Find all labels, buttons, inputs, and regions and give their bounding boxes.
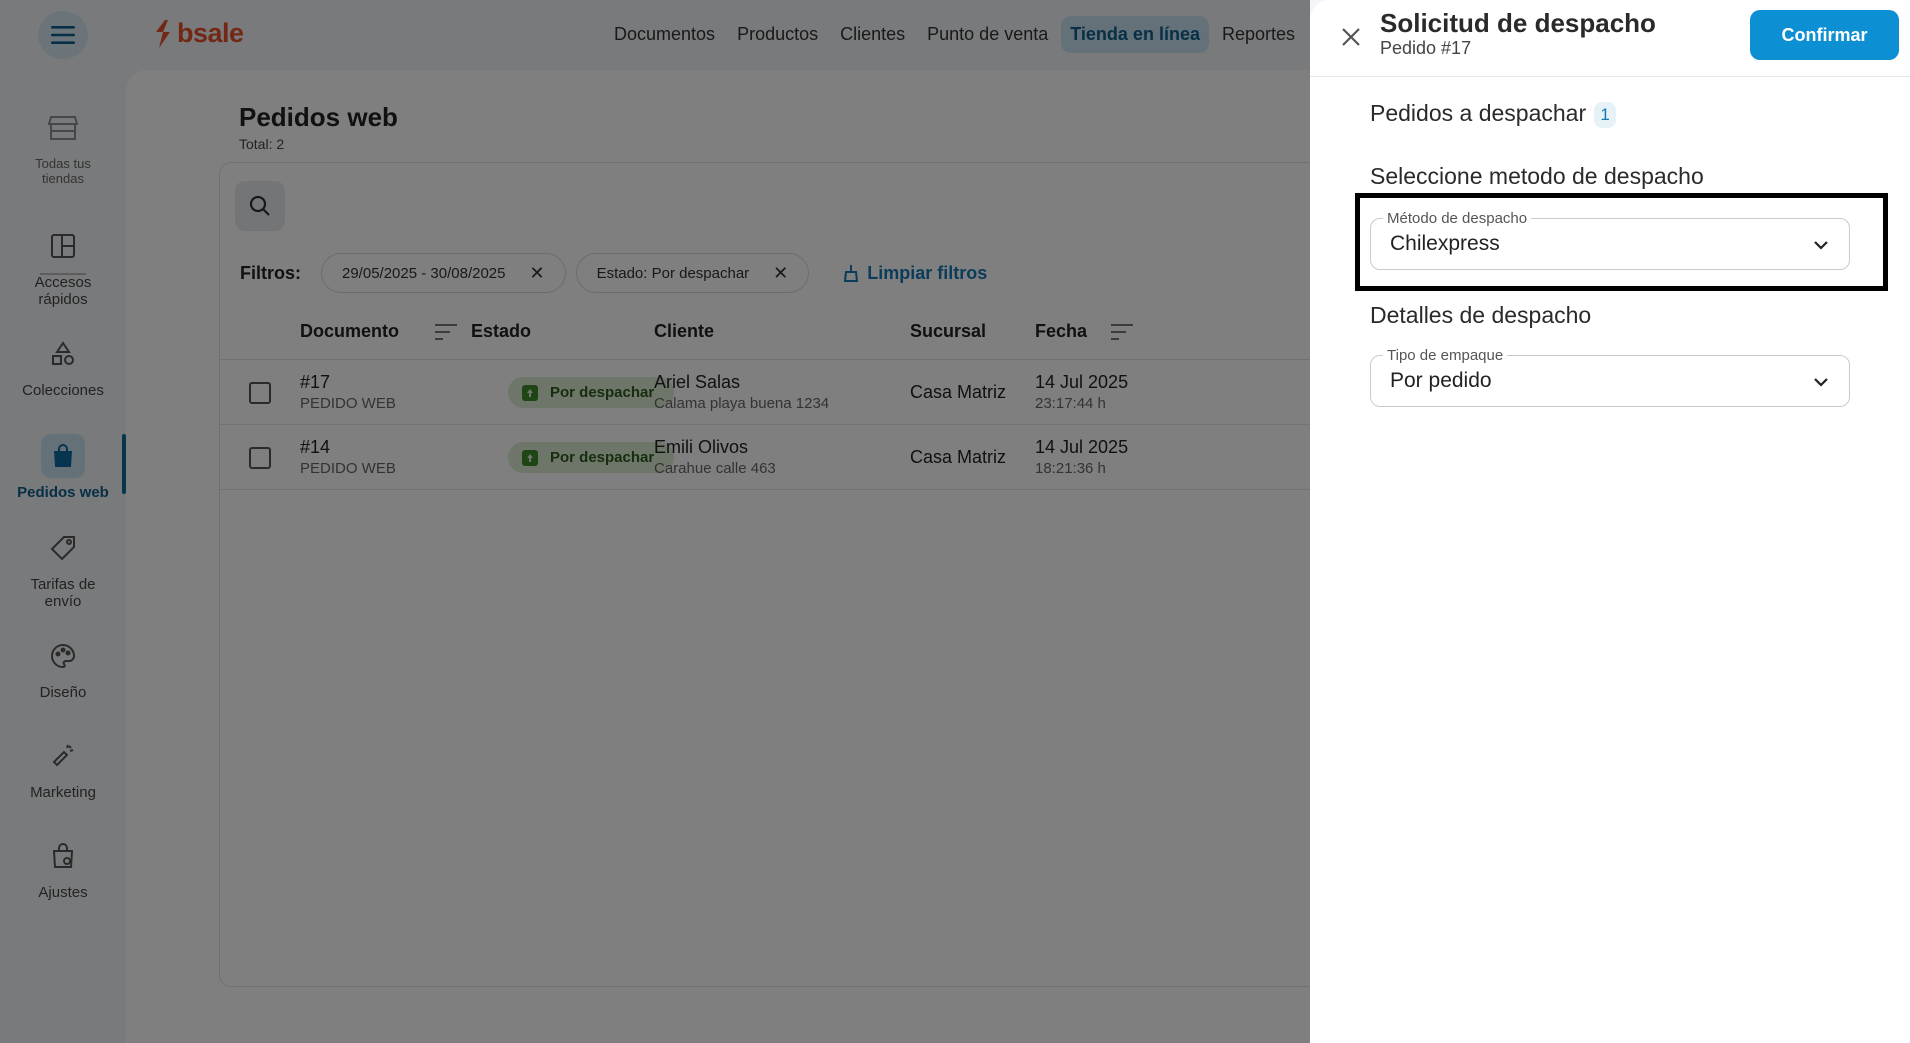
panel-subtitle: Pedido #17 [1380, 38, 1472, 58]
dispatch-method-heading: Seleccione metodo de despacho [1370, 163, 1704, 190]
close-icon [1342, 28, 1360, 46]
panel-title: Solicitud de despacho [1380, 8, 1656, 38]
packaging-type-select[interactable]: Tipo de empaque Por pedido [1370, 347, 1850, 407]
dispatch-request-panel: Solicitud de despacho Pedido #17 Confirm… [1310, 0, 1910, 1043]
field-value: Chilexpress [1390, 232, 1500, 255]
field-label: Tipo de empaque [1383, 347, 1508, 364]
panel-divider [1310, 76, 1910, 77]
confirm-button[interactable]: Confirmar [1750, 10, 1899, 60]
close-panel-button[interactable] [1336, 22, 1366, 52]
modal-backdrop[interactable] [0, 0, 1310, 1043]
chevron-down-icon [1811, 235, 1831, 255]
field-value: Por pedido [1390, 369, 1492, 392]
dispatch-details-heading: Detalles de despacho [1370, 302, 1591, 329]
field-label: Método de despacho [1383, 210, 1532, 227]
section-title-label: Detalles de despacho [1370, 302, 1592, 328]
dispatch-method-select[interactable]: Método de despacho Chilexpress [1370, 210, 1850, 270]
orders-to-dispatch-heading: Pedidos a despachar 1 [1370, 98, 1617, 128]
orders-count-badge: 1 [1594, 102, 1617, 128]
section-title-label: Pedidos a despachar [1370, 99, 1587, 126]
chevron-down-icon [1811, 372, 1831, 392]
section-title-label: Seleccione metodo de despacho [1370, 163, 1704, 189]
